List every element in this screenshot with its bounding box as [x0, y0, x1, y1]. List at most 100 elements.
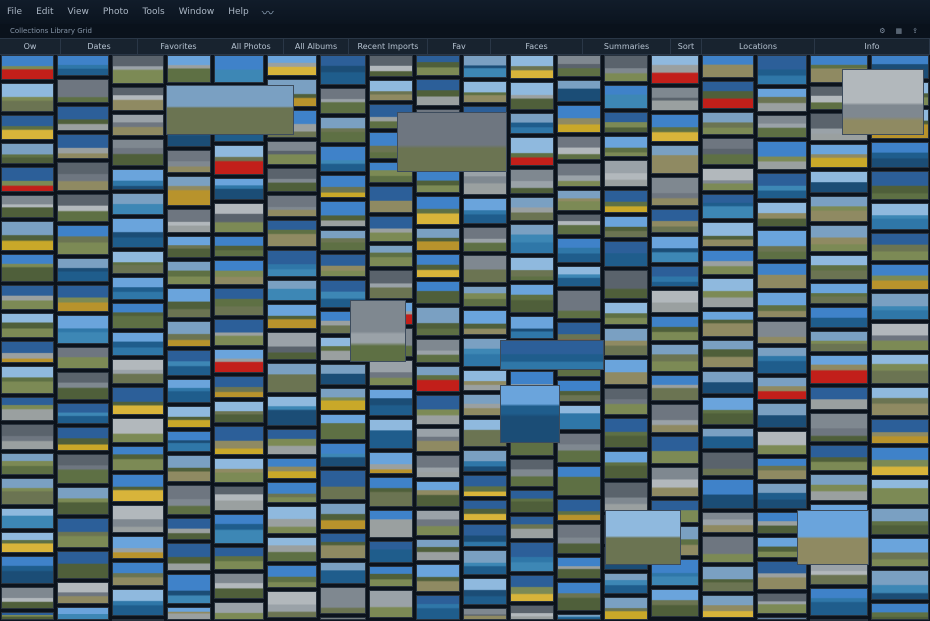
- settings-icon[interactable]: ⚙: [879, 27, 885, 35]
- photo-thumbnail[interactable]: [416, 595, 460, 620]
- photo-thumbnail[interactable]: [810, 355, 868, 384]
- photo-thumbnail[interactable]: [702, 311, 754, 337]
- photo-thumbnail[interactable]: [604, 160, 648, 187]
- photo-thumbnail[interactable]: [167, 543, 211, 571]
- photo-thumbnail[interactable]: [167, 379, 211, 403]
- photo-thumbnail[interactable]: [757, 377, 807, 400]
- photo-thumbnail[interactable]: [1, 478, 54, 505]
- photo-thumbnail[interactable]: [810, 474, 868, 501]
- photo-thumbnail[interactable]: [871, 323, 929, 351]
- photo-thumbnail[interactable]: [369, 566, 413, 587]
- photo-thumbnail[interactable]: [463, 81, 507, 103]
- photo-thumbnail[interactable]: [871, 603, 929, 620]
- photo-thumbnail[interactable]: [416, 196, 460, 225]
- photo-thumbnail[interactable]: [651, 404, 699, 433]
- menu-item-photo[interactable]: Photo: [96, 0, 136, 24]
- photo-thumbnail[interactable]: [320, 146, 366, 172]
- photo-thumbnail[interactable]: [214, 426, 264, 455]
- photo-thumbnail[interactable]: [651, 375, 699, 401]
- photo-thumbnail[interactable]: [320, 55, 366, 85]
- photo-thumbnail[interactable]: [320, 254, 366, 277]
- photo-thumbnail[interactable]: [57, 551, 109, 579]
- photo-thumbnail[interactable]: [416, 254, 460, 278]
- photo-thumbnail[interactable]: [842, 69, 924, 135]
- photo-thumbnail[interactable]: [702, 222, 754, 247]
- photo-thumbnail[interactable]: [214, 288, 264, 316]
- photo-thumbnail[interactable]: [267, 537, 317, 562]
- photo-thumbnail[interactable]: [320, 533, 366, 559]
- photo-thumbnail[interactable]: [166, 85, 294, 135]
- photo-thumbnail[interactable]: [267, 458, 317, 479]
- column-header-recent-imports[interactable]: Recent Imports: [349, 39, 428, 54]
- photo-thumbnail[interactable]: [500, 340, 604, 370]
- photo-thumbnail[interactable]: [167, 261, 211, 285]
- photo-thumbnail[interactable]: [57, 225, 109, 255]
- photo-thumbnail[interactable]: [604, 85, 648, 109]
- photo-thumbnail[interactable]: [214, 401, 264, 423]
- photo-thumbnail[interactable]: [604, 270, 648, 299]
- photo-thumbnail[interactable]: [702, 595, 754, 618]
- photo-thumbnail[interactable]: [463, 500, 507, 521]
- photo-thumbnail[interactable]: [871, 447, 929, 476]
- photo-thumbnail[interactable]: [320, 388, 366, 411]
- column-header-info[interactable]: Info: [815, 39, 930, 54]
- photo-thumbnail[interactable]: [57, 582, 109, 604]
- photo-thumbnail[interactable]: [510, 55, 554, 79]
- photo-thumbnail[interactable]: [757, 321, 807, 344]
- photo-thumbnail[interactable]: [463, 578, 507, 605]
- photo-thumbnail[interactable]: [604, 597, 648, 620]
- photo-thumbnail[interactable]: [651, 177, 699, 206]
- photo-thumbnail[interactable]: [112, 139, 164, 166]
- photo-thumbnail[interactable]: [320, 88, 366, 114]
- photo-thumbnail[interactable]: [369, 510, 413, 538]
- photo-thumbnail[interactable]: [557, 557, 601, 579]
- photo-thumbnail[interactable]: [112, 589, 164, 616]
- photo-thumbnail[interactable]: [757, 202, 807, 227]
- photo-thumbnail[interactable]: [167, 236, 211, 258]
- photo-thumbnail[interactable]: [369, 541, 413, 563]
- photo-thumbnail[interactable]: [557, 80, 601, 102]
- photo-thumbnail[interactable]: [810, 255, 868, 280]
- photo-thumbnail[interactable]: [757, 403, 807, 428]
- photo-thumbnail[interactable]: [57, 315, 109, 344]
- photo-thumbnail[interactable]: [757, 141, 807, 170]
- photo-thumbnail[interactable]: [112, 387, 164, 415]
- photo-thumbnail[interactable]: [1, 83, 54, 112]
- photo-thumbnail[interactable]: [463, 475, 507, 497]
- photo-thumbnail[interactable]: [167, 55, 211, 83]
- photo-thumbnail[interactable]: [871, 570, 929, 600]
- photo-thumbnail[interactable]: [557, 163, 601, 187]
- photo-thumbnail[interactable]: [57, 372, 109, 400]
- photo-thumbnail[interactable]: [604, 136, 648, 157]
- photo-thumbnail[interactable]: [871, 264, 929, 290]
- photo-thumbnail[interactable]: [167, 607, 211, 620]
- photo-thumbnail[interactable]: [510, 516, 554, 539]
- photo-thumbnail[interactable]: [757, 593, 807, 614]
- photo-thumbnail[interactable]: [702, 250, 754, 275]
- photo-thumbnail[interactable]: [214, 260, 264, 285]
- column-header-dates[interactable]: Dates: [61, 39, 138, 54]
- photo-thumbnail[interactable]: [557, 466, 601, 496]
- photo-thumbnail[interactable]: [57, 106, 109, 131]
- photo-thumbnail[interactable]: [112, 251, 164, 274]
- photo-thumbnail[interactable]: [651, 209, 699, 233]
- photo-thumbnail[interactable]: [604, 451, 648, 479]
- photo-thumbnail[interactable]: [510, 257, 554, 281]
- photo-thumbnail[interactable]: [214, 178, 264, 200]
- photo-thumbnail[interactable]: [810, 307, 868, 328]
- photo-thumbnail[interactable]: [651, 344, 699, 372]
- photo-thumbnail[interactable]: [557, 524, 601, 554]
- menu-item-tools[interactable]: Tools: [136, 0, 172, 24]
- photo-thumbnail[interactable]: [214, 573, 264, 599]
- photo-thumbnail[interactable]: [267, 506, 317, 534]
- photo-thumbnail[interactable]: [416, 339, 460, 363]
- photo-thumbnail[interactable]: [167, 485, 211, 515]
- photo-thumbnail[interactable]: [557, 266, 601, 287]
- photo-thumbnail[interactable]: [463, 550, 507, 575]
- photo-thumbnail[interactable]: [757, 88, 807, 112]
- photo-thumbnail[interactable]: [267, 429, 317, 455]
- photo-thumbnail[interactable]: [810, 144, 868, 168]
- photo-thumbnail[interactable]: [604, 328, 648, 356]
- photo-thumbnail[interactable]: [369, 270, 413, 299]
- photo-thumbnail[interactable]: [214, 602, 264, 620]
